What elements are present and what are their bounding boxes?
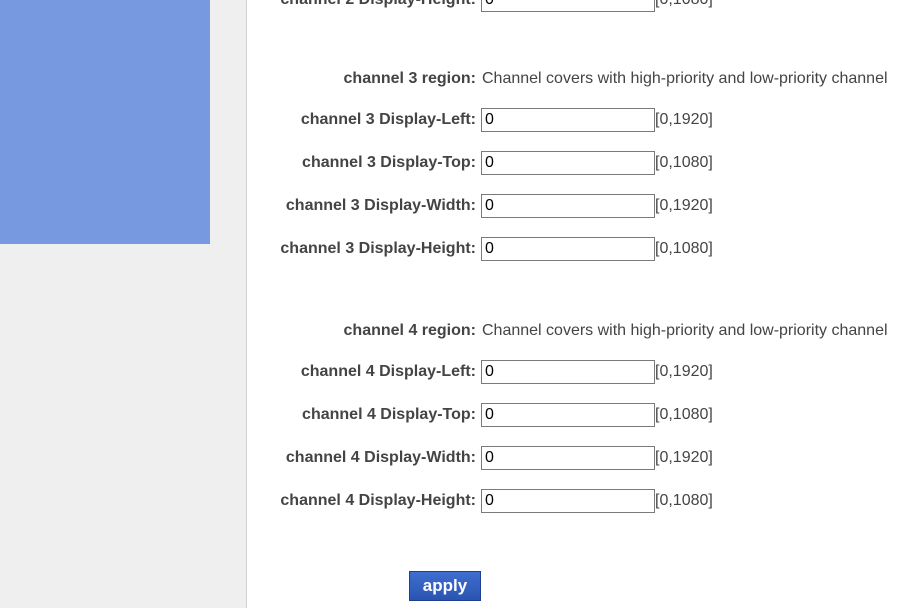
channel4-display-top-range: [0,1080] (655, 406, 713, 423)
channel4-display-height-label: channel 4 Display-Height: (280, 492, 476, 509)
channel4-display-height-row: channel 4 Display-Height: [0,1080] (247, 488, 900, 514)
channel4-display-left-row: channel 4 Display-Left: [0,1920] (247, 359, 900, 385)
channel3-display-left-range: [0,1920] (655, 111, 713, 128)
channel3-region-label: channel 3 region: (343, 70, 476, 87)
channel4-display-left-label: channel 4 Display-Left: (300, 363, 476, 380)
channel4-display-height-range: [0,1080] (655, 492, 713, 509)
channel3-region-row: channel 3 region: Channel covers with hi… (247, 66, 900, 92)
channel3-display-height-range: [0,1080] (655, 240, 713, 257)
channel3-display-width-label: channel 3 Display-Width: (285, 197, 476, 214)
channel2-display-height-label: channel 2 Display-Height: (280, 0, 476, 13)
channel3-display-left-row: channel 3 Display-Left: [0,1920] (247, 107, 900, 133)
channel3-display-width-range: [0,1920] (655, 197, 713, 214)
sidebar-blue-panel (0, 0, 210, 244)
channel3-display-height-label: channel 3 Display-Height: (280, 240, 476, 257)
channel3-display-top-row: channel 3 Display-Top: [0,1080] (247, 150, 900, 176)
left-sidebar (0, 0, 246, 608)
channel3-display-left-input[interactable] (481, 108, 655, 132)
channel3-display-left-label: channel 3 Display-Left: (300, 111, 476, 128)
channel4-display-top-row: channel 4 Display-Top: [0,1080] (247, 402, 900, 428)
channel3-display-height-input[interactable] (481, 237, 655, 261)
channel2-display-height-range: [0,1080] (655, 0, 713, 13)
channel3-region-value: Channel covers with high-priority and lo… (482, 70, 888, 87)
channel4-display-height-input[interactable] (481, 489, 655, 513)
channel3-display-top-input[interactable] (481, 151, 655, 175)
channel4-display-top-input[interactable] (481, 403, 655, 427)
channel4-display-left-range: [0,1920] (655, 363, 713, 380)
channel3-display-width-input[interactable] (481, 194, 655, 218)
channel2-display-height-row: channel 2 Display-Height: [0,1080] (247, 0, 900, 13)
channel4-display-width-label: channel 4 Display-Width: (285, 449, 476, 466)
channel4-display-left-input[interactable] (481, 360, 655, 384)
apply-button[interactable]: apply (409, 571, 481, 601)
channel4-region-label: channel 4 region: (343, 322, 476, 339)
channel4-display-width-input[interactable] (481, 446, 655, 470)
channel2-display-height-input[interactable] (481, 0, 655, 12)
channel3-display-top-label: channel 3 Display-Top: (302, 154, 476, 171)
channel3-display-top-range: [0,1080] (655, 154, 713, 171)
channel3-display-height-row: channel 3 Display-Height: [0,1080] (247, 236, 900, 262)
channel3-display-width-row: channel 3 Display-Width: [0,1920] (247, 193, 900, 219)
channel4-display-width-range: [0,1920] (655, 449, 713, 466)
channel4-display-width-row: channel 4 Display-Width: [0,1920] (247, 445, 900, 471)
channel4-region-row: channel 4 region: Channel covers with hi… (247, 318, 900, 344)
channel4-display-top-label: channel 4 Display-Top: (302, 406, 476, 423)
channel4-region-value: Channel covers with high-priority and lo… (482, 322, 888, 339)
